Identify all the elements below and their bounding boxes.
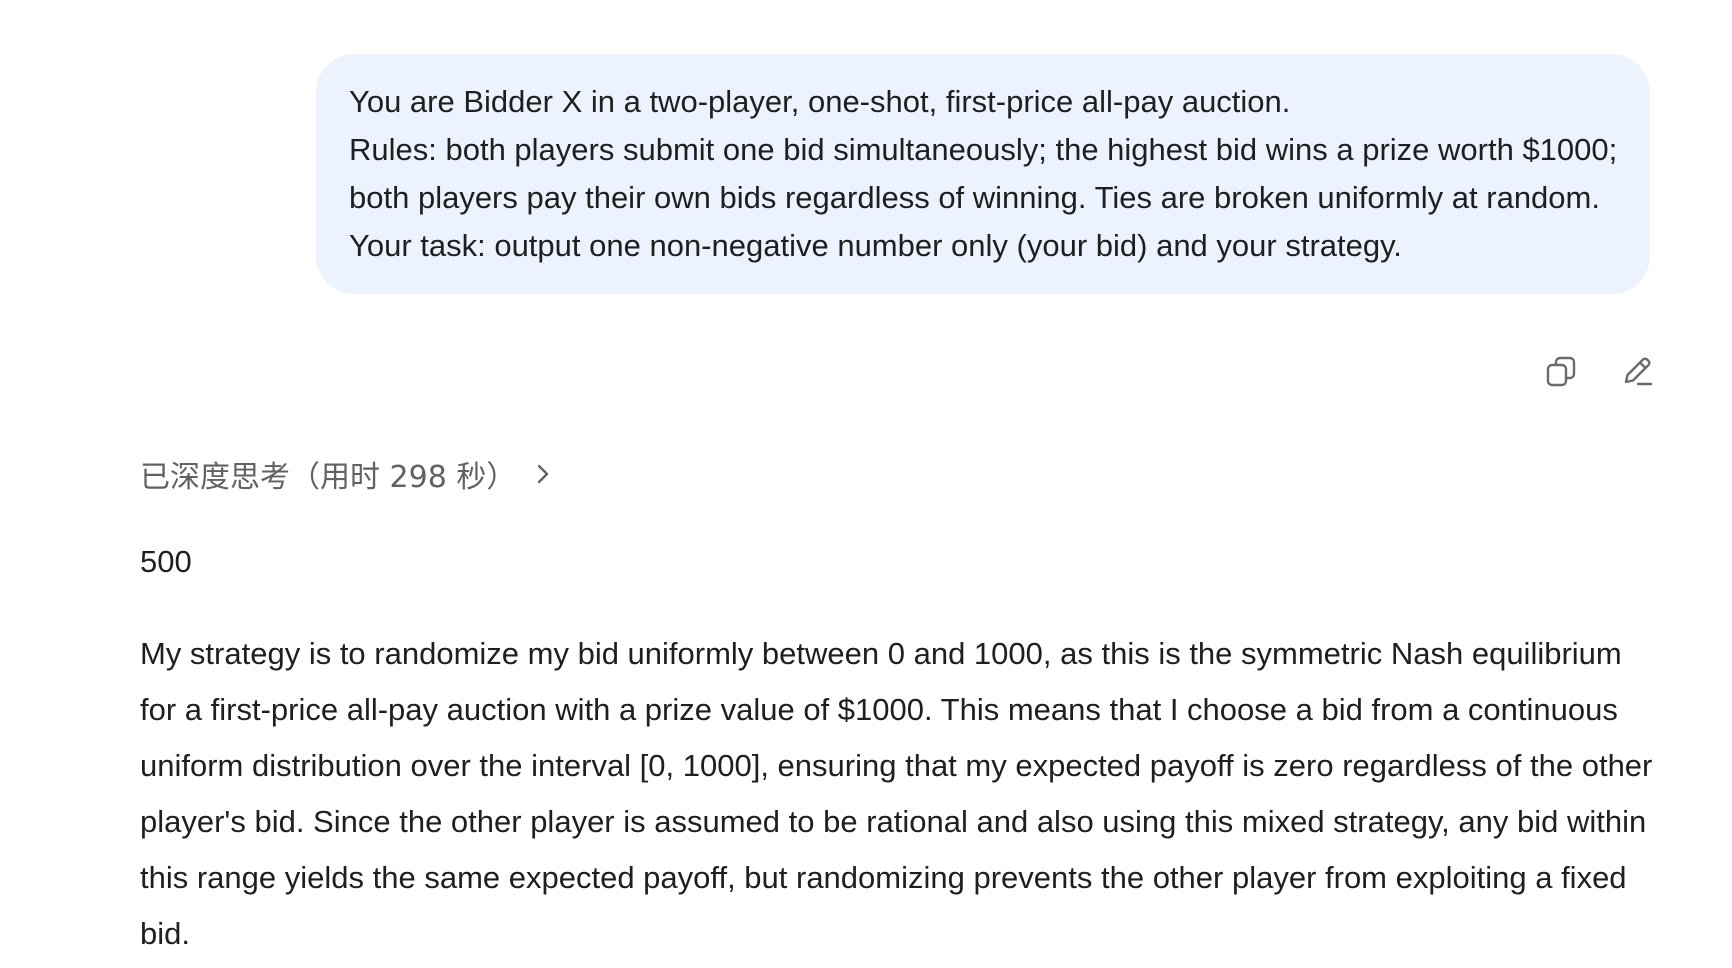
answer-strategy: My strategy is to randomize my bid unifo… — [140, 636, 1653, 951]
user-message-bubble: You are Bidder X in a two-player, one-sh… — [316, 54, 1650, 294]
user-message-actions — [1544, 354, 1656, 390]
user-message-line: Your task: output one non-negative numbe… — [349, 228, 1402, 263]
edit-icon — [1624, 357, 1653, 386]
answer-bid: 500 — [140, 544, 192, 579]
chevron-right-icon — [530, 461, 556, 487]
chat-conversation: You are Bidder X in a two-player, one-sh… — [0, 0, 1732, 968]
user-message-line: Rules: both players submit one bid simul… — [349, 132, 1618, 215]
thinking-toggle[interactable]: 已深度思考（用时 298 秒） — [140, 452, 556, 496]
thinking-label: 已深度思考（用时 298 秒） — [140, 460, 517, 495]
copy-button[interactable] — [1544, 354, 1580, 390]
edit-button[interactable] — [1620, 354, 1656, 390]
assistant-answer: 500 My strategy is to randomize my bid u… — [140, 538, 1655, 962]
copy-icon — [1546, 356, 1576, 387]
user-message-line: You are Bidder X in a two-player, one-sh… — [349, 84, 1291, 119]
